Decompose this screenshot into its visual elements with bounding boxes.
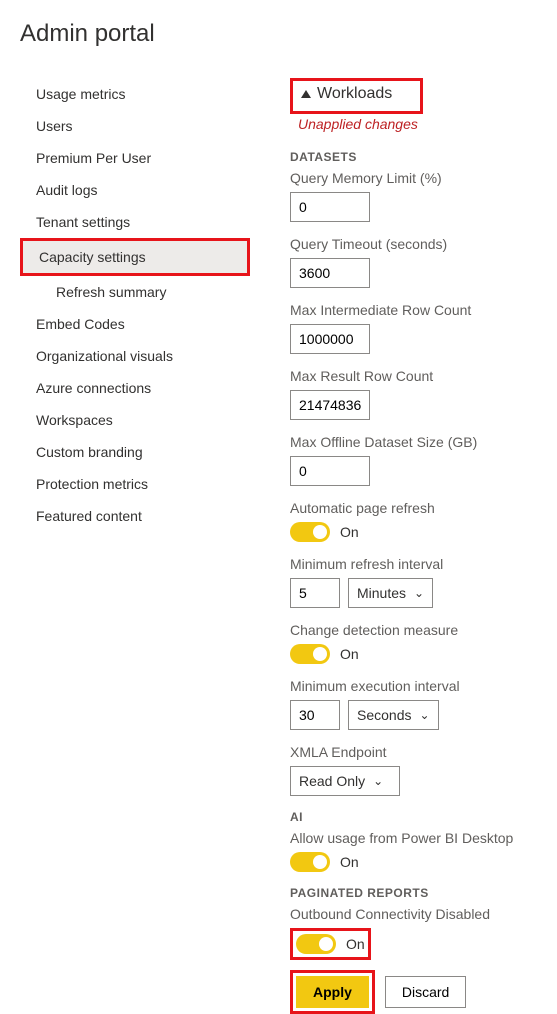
change-detect-state: On xyxy=(340,646,359,662)
allow-desktop-toggle[interactable] xyxy=(290,852,330,872)
query-memory-label: Query Memory Limit (%) xyxy=(290,170,557,186)
min-exec-unit-value: Seconds xyxy=(357,707,411,723)
min-exec-unit-select[interactable]: Seconds ⌄ xyxy=(348,700,439,730)
sidebar-item-azure-connections[interactable]: Azure connections xyxy=(20,372,250,404)
min-refresh-unit-select[interactable]: Minutes ⌄ xyxy=(348,578,433,608)
allow-desktop-label: Allow usage from Power BI Desktop xyxy=(290,830,557,846)
max-offline-label: Max Offline Dataset Size (GB) xyxy=(290,434,557,450)
chevron-down-icon: ⌄ xyxy=(414,586,424,600)
collapse-icon xyxy=(301,90,311,98)
xmla-label: XMLA Endpoint xyxy=(290,744,557,760)
change-detect-label: Change detection measure xyxy=(290,622,557,638)
unapplied-changes-label: Unapplied changes xyxy=(290,116,557,132)
outbound-state: On xyxy=(346,936,365,952)
sidebar-item-refresh-summary[interactable]: Refresh summary xyxy=(20,276,250,308)
auto-refresh-state: On xyxy=(340,524,359,540)
sidebar-item-featured-content[interactable]: Featured content xyxy=(20,500,250,532)
workloads-section-toggle[interactable]: Workloads xyxy=(293,81,400,107)
chevron-down-icon: ⌄ xyxy=(419,708,429,722)
max-result-input[interactable] xyxy=(290,390,370,420)
xmla-select[interactable]: Read Only ⌄ xyxy=(290,766,400,796)
discard-button[interactable]: Discard xyxy=(385,976,466,1008)
datasets-group-label: DATASETS xyxy=(290,150,557,164)
query-timeout-input[interactable] xyxy=(290,258,370,288)
sidebar-item-tenant-settings[interactable]: Tenant settings xyxy=(20,206,250,238)
query-memory-input[interactable] xyxy=(290,192,370,222)
content-pane: Workloads Unapplied changes DATASETS Que… xyxy=(290,78,557,1014)
workloads-title: Workloads xyxy=(317,85,392,103)
sidebar-item-users[interactable]: Users xyxy=(20,110,250,142)
sidebar-item-capacity-settings[interactable]: Capacity settings xyxy=(23,241,247,273)
auto-refresh-label: Automatic page refresh xyxy=(290,500,557,516)
min-exec-label: Minimum execution interval xyxy=(290,678,557,694)
change-detect-toggle[interactable] xyxy=(290,644,330,664)
page-title: Admin portal xyxy=(20,20,557,48)
max-intermediate-label: Max Intermediate Row Count xyxy=(290,302,557,318)
sidebar-item-organizational-visuals[interactable]: Organizational visuals xyxy=(20,340,250,372)
sidebar-item-embed-codes[interactable]: Embed Codes xyxy=(20,308,250,340)
xmla-value: Read Only xyxy=(299,773,365,789)
max-result-label: Max Result Row Count xyxy=(290,368,557,384)
sidebar: Usage metrics Users Premium Per User Aud… xyxy=(20,78,250,1014)
apply-button[interactable]: Apply xyxy=(296,976,369,1008)
chevron-down-icon: ⌄ xyxy=(373,774,383,788)
ai-group-label: AI xyxy=(290,810,557,824)
min-refresh-input[interactable] xyxy=(290,578,340,608)
min-exec-input[interactable] xyxy=(290,700,340,730)
outbound-label: Outbound Connectivity Disabled xyxy=(290,906,557,922)
sidebar-item-premium-per-user[interactable]: Premium Per User xyxy=(20,142,250,174)
query-timeout-label: Query Timeout (seconds) xyxy=(290,236,557,252)
auto-refresh-toggle[interactable] xyxy=(290,522,330,542)
allow-desktop-state: On xyxy=(340,854,359,870)
sidebar-item-protection-metrics[interactable]: Protection metrics xyxy=(20,468,250,500)
min-refresh-unit-value: Minutes xyxy=(357,585,406,601)
min-refresh-label: Minimum refresh interval xyxy=(290,556,557,572)
max-intermediate-input[interactable] xyxy=(290,324,370,354)
sidebar-item-audit-logs[interactable]: Audit logs xyxy=(20,174,250,206)
outbound-toggle[interactable] xyxy=(296,934,336,954)
sidebar-item-usage-metrics[interactable]: Usage metrics xyxy=(20,78,250,110)
paginated-group-label: PAGINATED REPORTS xyxy=(290,886,557,900)
sidebar-item-workspaces[interactable]: Workspaces xyxy=(20,404,250,436)
max-offline-input[interactable] xyxy=(290,456,370,486)
sidebar-item-custom-branding[interactable]: Custom branding xyxy=(20,436,250,468)
